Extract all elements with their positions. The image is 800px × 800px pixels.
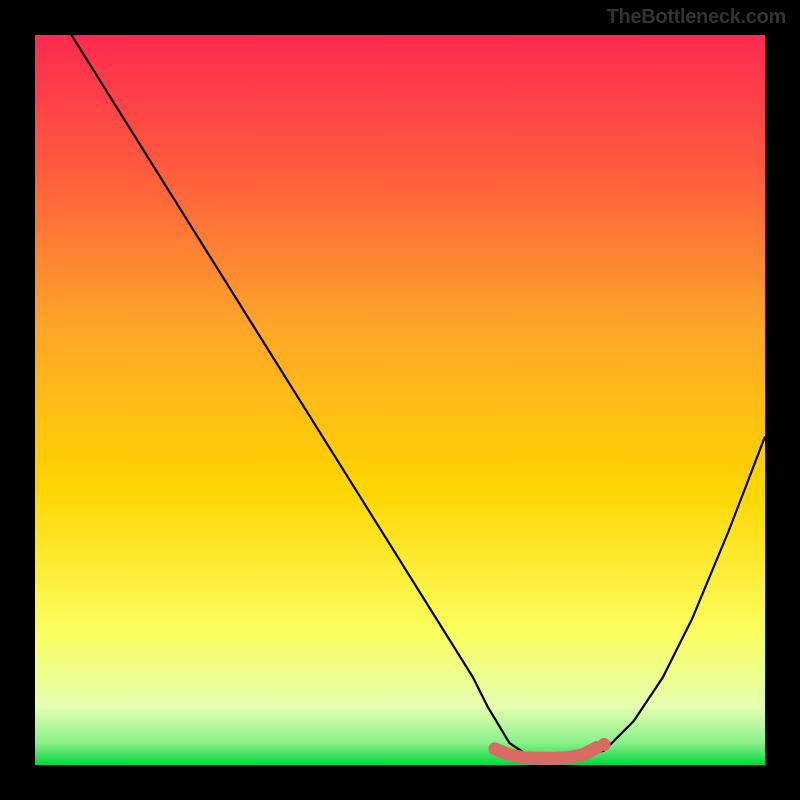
optimal-end-dot	[598, 738, 611, 751]
chart-svg	[35, 35, 765, 765]
gradient-background	[35, 35, 765, 765]
watermark-label: TheBottleneck.com	[607, 6, 786, 29]
chart-frame: TheBottleneck.com	[0, 0, 800, 800]
plot-area	[35, 35, 765, 765]
